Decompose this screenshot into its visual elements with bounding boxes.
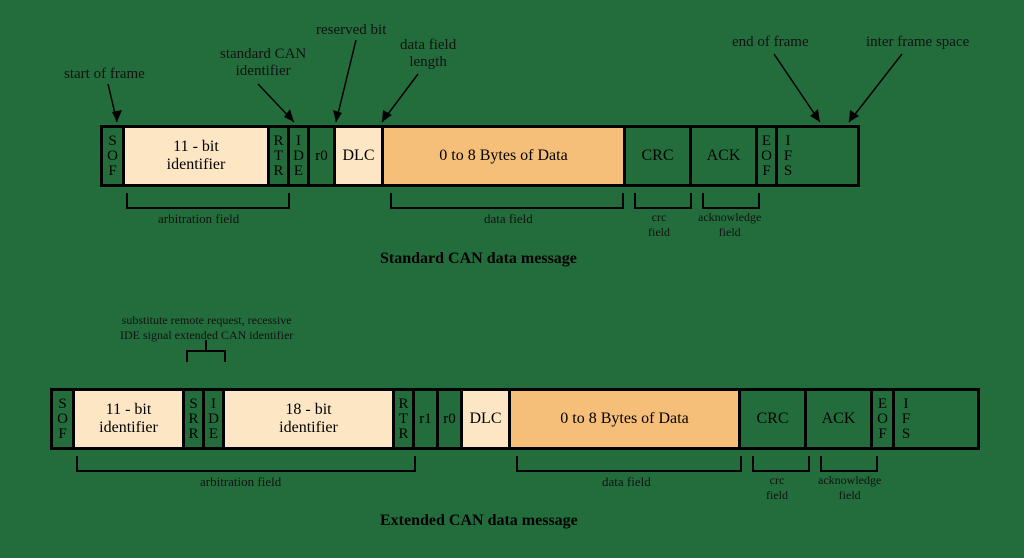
bracket-ext-arb <box>76 456 416 472</box>
bracket-std-data <box>390 193 624 209</box>
bracket-ext-crc <box>752 456 810 472</box>
label-reserved: reserved bit <box>316 22 386 39</box>
bracket-ext-ack <box>820 456 878 472</box>
seg-std-sof: SOF <box>103 128 125 184</box>
label-ext-arb: arbitration field <box>200 474 281 490</box>
bracket-ext-data <box>516 456 742 472</box>
label-eof: end of frame <box>732 34 809 51</box>
seg-std-ifs: IFS <box>778 128 798 184</box>
seg-ext-eof: EOF <box>873 391 895 447</box>
label-ext-crc: crc field <box>766 473 788 503</box>
label-ext-ack: acknowledge field <box>818 473 881 503</box>
bracket-srr-ide-stem <box>205 340 207 350</box>
seg-ext-rtr: RTR <box>395 391 415 447</box>
seg-ext-data: 0 to 8 Bytes of Data <box>511 391 741 447</box>
seg-ext-sof: SOF <box>53 391 75 447</box>
seg-ext-r0: r0 <box>439 391 463 447</box>
seg-ext-ifs: IFS <box>895 391 917 447</box>
label-sof: start of frame <box>64 66 145 83</box>
bracket-std-arb <box>126 193 290 209</box>
seg-ext-srr: SRR <box>185 391 205 447</box>
bracket-std-ack <box>702 193 760 209</box>
seg-std-id11: 11 - bit identifier <box>125 128 270 184</box>
seg-std-ack: ACK <box>692 128 758 184</box>
seg-std-rtr: RTR <box>270 128 290 184</box>
bracket-std-crc <box>634 193 692 209</box>
label-srr-ide: substitute remote request, recessive IDE… <box>120 313 293 343</box>
seg-std-data: 0 to 8 Bytes of Data <box>384 128 626 184</box>
label-std-arb: arbitration field <box>158 211 239 227</box>
seg-ext-r1: r1 <box>415 391 439 447</box>
diagram-root: start of frame standard CAN identifier r… <box>0 0 1024 558</box>
extended-can-frame: SOF 11 - bit identifier SRR IDE 18 - bit… <box>50 388 980 450</box>
seg-ext-id18: 18 - bit identifier <box>225 391 395 447</box>
label-std-data: data field <box>484 211 533 227</box>
seg-std-eof: EOF <box>758 128 778 184</box>
seg-ext-ide: IDE <box>205 391 225 447</box>
seg-ext-dlc: DLC <box>463 391 511 447</box>
bracket-srr-ide <box>186 350 226 362</box>
label-dlc: data field length <box>400 37 456 71</box>
seg-std-r0: r0 <box>310 128 336 184</box>
label-std-id: standard CAN identifier <box>220 46 306 80</box>
seg-ext-id11: 11 - bit identifier <box>75 391 185 447</box>
seg-ext-ack: ACK <box>807 391 873 447</box>
label-ifs: inter frame space <box>866 34 969 51</box>
label-std-ack: acknowledge field <box>698 210 761 240</box>
label-std-crc: crc field <box>648 210 670 240</box>
caption-standard: Standard CAN data message <box>380 250 577 268</box>
caption-extended: Extended CAN data message <box>380 512 578 530</box>
seg-ext-crc: CRC <box>741 391 807 447</box>
seg-std-dlc: DLC <box>336 128 384 184</box>
label-ext-data: data field <box>602 474 651 490</box>
standard-can-frame: SOF 11 - bit identifier RTR IDE r0 DLC 0… <box>100 125 860 187</box>
seg-std-crc: CRC <box>626 128 692 184</box>
seg-std-ide: IDE <box>290 128 310 184</box>
